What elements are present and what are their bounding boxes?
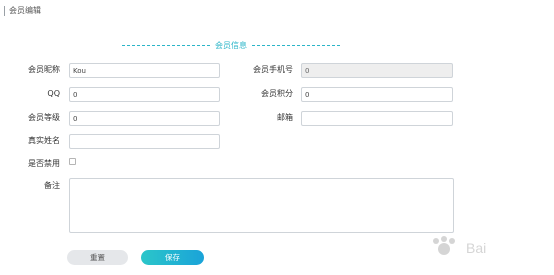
nickname-input[interactable] <box>69 63 220 78</box>
email-label: 邮箱 <box>277 113 293 122</box>
level-label: 会员等级 <box>28 113 60 122</box>
watermark-icon: Bai <box>433 236 486 256</box>
points-label: 会员积分 <box>261 89 293 98</box>
realname-input[interactable] <box>69 134 220 149</box>
section-divider-right <box>252 45 340 46</box>
section-title: 会员信息 <box>122 40 340 52</box>
save-button[interactable]: 保存 <box>141 250 204 265</box>
mobile-label: 会员手机号 <box>253 65 293 74</box>
page-header: 会员编辑 <box>0 0 554 22</box>
reset-button[interactable]: 重置 <box>67 250 128 265</box>
remark-textarea[interactable] <box>69 178 454 233</box>
disabled-label: 是否禁用 <box>28 159 60 168</box>
remark-label: 备注 <box>44 181 60 190</box>
email-input[interactable] <box>301 111 453 126</box>
nickname-label: 会员昵称 <box>28 65 60 74</box>
qq-input[interactable] <box>69 87 220 102</box>
svg-text:Bai: Bai <box>466 240 486 256</box>
disabled-checkbox[interactable] <box>69 158 76 165</box>
page-title: 会员编辑 <box>9 6 41 15</box>
qq-label: QQ <box>47 89 60 98</box>
level-input[interactable] <box>69 111 220 126</box>
section-title-text: 会员信息 <box>215 41 247 50</box>
header-divider <box>4 6 5 16</box>
mobile-input <box>301 63 453 78</box>
realname-label: 真实姓名 <box>28 136 60 145</box>
points-input[interactable] <box>301 87 453 102</box>
